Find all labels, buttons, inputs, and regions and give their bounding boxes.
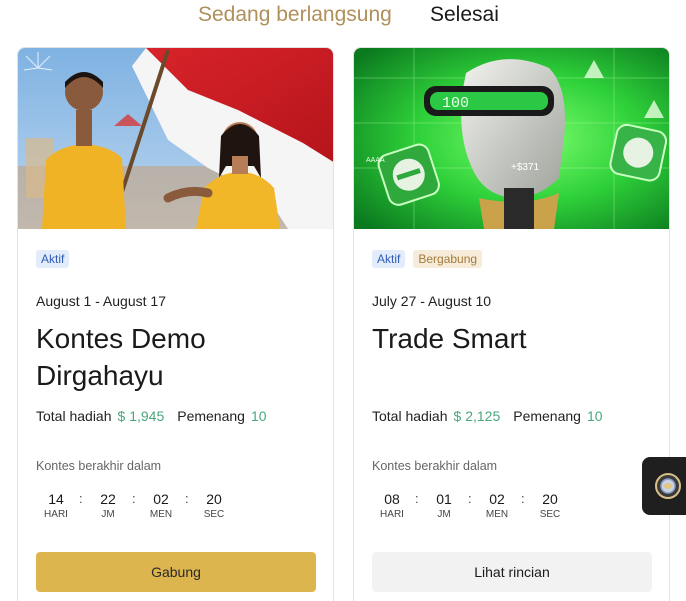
countdown-seconds: 20 SEC <box>194 491 234 522</box>
countdown-separator: : <box>79 491 83 506</box>
countdown-seconds-value: 20 <box>206 491 222 507</box>
countdown-separator: : <box>415 491 419 506</box>
countdown-minutes-value: 02 <box>489 491 505 507</box>
banner-chip-text: +$371 <box>511 162 540 173</box>
ends-in-label: Kontes berakhir dalam <box>372 459 498 473</box>
countdown-minutes-label: MEN <box>485 509 509 520</box>
countdown-hours-label: JM <box>437 509 451 520</box>
countdown-hours-value: 22 <box>100 491 116 507</box>
total-prize-value: $ 1,945 <box>117 408 165 424</box>
winners-label: Pemenang <box>513 408 581 424</box>
countdown-separator: : <box>185 491 189 506</box>
status-badge-joined: Bergabung <box>413 250 483 268</box>
countdown-days-value: 14 <box>48 491 64 507</box>
countdown-separator: : <box>132 491 136 506</box>
contest-card-trade-smart[interactable]: 100 AAAA +$371 Aktif Bergabung July 27 -… <box>353 47 670 601</box>
countdown-days: 08 HARI <box>372 491 412 522</box>
countdown-hours-value: 01 <box>436 491 452 507</box>
countdown-minutes: 02 MEN <box>141 491 181 522</box>
contest-title: Kontes Demo Dirgahayu <box>36 323 206 391</box>
countdown-minutes-value: 02 <box>153 491 169 507</box>
join-button[interactable]: Gabung <box>36 552 316 592</box>
countdown-minutes: 02 MEN <box>477 491 517 522</box>
countdown-seconds-label: SEC <box>539 509 561 520</box>
countdown-days-label: HARI <box>380 509 404 520</box>
total-prize-label: Total hadiah <box>372 408 448 424</box>
contest-banner-robot: 100 AAAA +$371 <box>354 48 669 229</box>
tab-finished[interactable]: Selesai <box>430 2 499 28</box>
countdown-minutes-label: MEN <box>149 509 173 520</box>
floating-reward-button[interactable] <box>642 457 686 515</box>
countdown-separator: : <box>468 491 472 506</box>
countdown-timer: 14 HARI : 22 JM : 02 MEN : 20 SEC <box>36 491 236 525</box>
countdown-seconds: 20 SEC <box>530 491 570 522</box>
status-badge-active: Aktif <box>36 250 70 268</box>
ends-in-label: Kontes berakhir dalam <box>36 459 162 473</box>
prize-info: Total hadiah $ 2,125 Pemenang 10 <box>372 408 603 424</box>
countdown-seconds-label: SEC <box>203 509 225 520</box>
contest-title: Trade Smart <box>372 323 527 354</box>
countdown-days-value: 08 <box>384 491 400 507</box>
countdown-hours: 01 JM <box>424 491 464 522</box>
gift-coin-icon <box>655 473 681 499</box>
contest-tabs: Sedang berlangsung Selesai <box>0 0 686 40</box>
countdown-hours: 22 JM <box>88 491 128 522</box>
contest-banner-flag <box>18 48 333 229</box>
winners-value: 10 <box>586 408 603 424</box>
status-badges: Aktif <box>36 250 70 268</box>
countdown-timer: 08 HARI : 01 JM : 02 MEN : 20 SEC <box>372 491 572 525</box>
contest-dates: August 1 - August 17 <box>36 293 166 309</box>
view-details-button[interactable]: Lihat rincian <box>372 552 652 592</box>
winners-value: 10 <box>250 408 267 424</box>
status-badge-active: Aktif <box>372 250 406 268</box>
prize-info: Total hadiah $ 1,945 Pemenang 10 <box>36 408 267 424</box>
visor-text: 100 <box>442 95 469 112</box>
countdown-days-label: HARI <box>44 509 68 520</box>
countdown-hours-label: JM <box>101 509 115 520</box>
banner-small-text: AAAA <box>366 157 385 164</box>
countdown-separator: : <box>521 491 525 506</box>
status-badges: Aktif Bergabung <box>372 250 483 268</box>
tab-ongoing[interactable]: Sedang berlangsung <box>198 2 392 28</box>
contest-card-dirgahayu[interactable]: Aktif August 1 - August 17 Kontes Demo D… <box>17 47 334 601</box>
contest-dates: July 27 - August 10 <box>372 293 492 309</box>
countdown-days: 14 HARI <box>36 491 76 522</box>
winners-label: Pemenang <box>177 408 245 424</box>
total-prize-value: $ 2,125 <box>453 408 501 424</box>
total-prize-label: Total hadiah <box>36 408 112 424</box>
countdown-seconds-value: 20 <box>542 491 558 507</box>
